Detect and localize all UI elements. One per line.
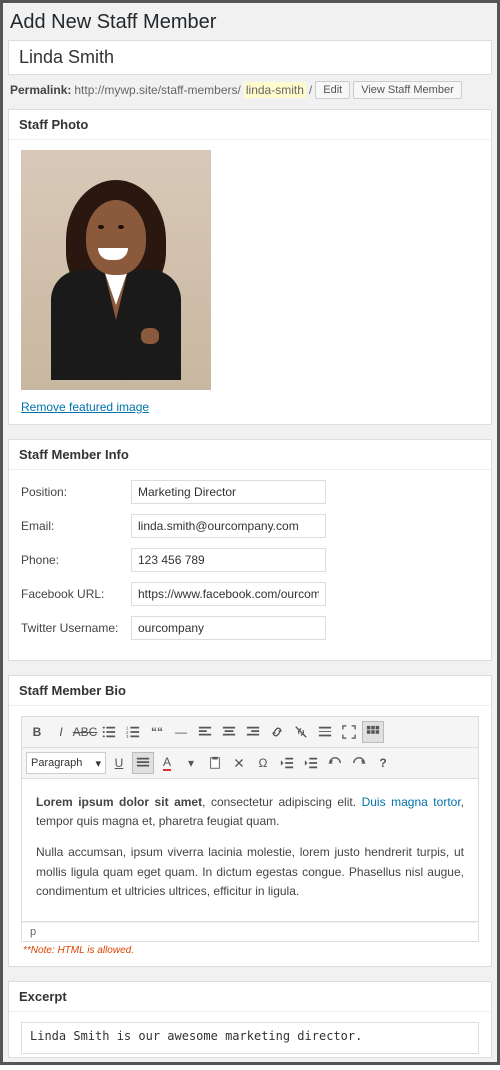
phone-label: Phone: — [21, 553, 131, 567]
text-color-icon[interactable]: A — [156, 752, 178, 774]
facebook-label: Facebook URL: — [21, 587, 131, 601]
format-dropdown[interactable]: Paragraph▾ — [26, 752, 106, 774]
underline-icon[interactable]: U — [108, 752, 130, 774]
insert-more-icon[interactable] — [314, 721, 336, 743]
redo-icon[interactable] — [348, 752, 370, 774]
view-staff-button[interactable]: View Staff Member — [353, 81, 462, 99]
bold-icon[interactable]: B — [26, 721, 48, 743]
phone-input[interactable] — [131, 548, 326, 572]
featured-image[interactable] — [21, 150, 211, 390]
clear-format-icon[interactable] — [228, 752, 250, 774]
bullet-list-icon[interactable] — [98, 721, 120, 743]
staff-photo-heading: Staff Photo — [9, 110, 491, 140]
permalink-row: Permalink: http://mywp.site/staff-member… — [8, 79, 492, 109]
email-input[interactable] — [131, 514, 326, 538]
unlink-icon[interactable] — [290, 721, 312, 743]
staff-bio-heading: Staff Member Bio — [9, 676, 491, 706]
post-title-input[interactable]: Linda Smith — [8, 40, 492, 75]
staff-photo-panel: Staff Photo Remove featured image — [8, 109, 492, 425]
bio-p1-strong: Lorem ipsum dolor sit amet — [36, 795, 202, 809]
edit-permalink-button[interactable]: Edit — [315, 81, 350, 99]
link-icon[interactable] — [266, 721, 288, 743]
page-title: Add New Staff Member — [8, 7, 492, 40]
permalink-base: http://mywp.site/staff-members/ — [74, 83, 241, 97]
remove-featured-image-link[interactable]: Remove featured image — [21, 400, 149, 414]
excerpt-textarea[interactable]: Linda Smith is our awesome marketing dir… — [21, 1022, 479, 1054]
paste-text-icon[interactable] — [204, 752, 226, 774]
staff-info-panel: Staff Member Info Position: Email: Phone… — [8, 439, 492, 661]
staff-info-heading: Staff Member Info — [9, 440, 491, 470]
excerpt-heading: Excerpt — [9, 982, 491, 1012]
bio-note: **Note: HTML is allowed. — [21, 942, 479, 956]
position-label: Position: — [21, 485, 131, 499]
editor-toolbar-row1: B I ABC 123 ““ — — [21, 716, 479, 748]
facebook-input[interactable] — [131, 582, 326, 606]
chevron-down-icon: ▾ — [95, 757, 101, 770]
align-justify-icon[interactable] — [132, 752, 154, 774]
italic-icon[interactable]: I — [50, 721, 72, 743]
blockquote-icon[interactable]: ““ — [146, 721, 168, 743]
strikethrough-icon[interactable]: ABC — [74, 721, 96, 743]
staff-bio-panel: Staff Member Bio B I ABC 123 ““ — Par — [8, 675, 492, 967]
editor-toolbar-row2: Paragraph▾ U A ▾ Ω ? — [21, 748, 479, 779]
help-icon[interactable]: ? — [372, 752, 394, 774]
permalink-slug: linda-smith — [244, 82, 306, 98]
permalink-label: Permalink: — [10, 83, 71, 97]
align-center-icon[interactable] — [218, 721, 240, 743]
align-left-icon[interactable] — [194, 721, 216, 743]
svg-text:3: 3 — [126, 734, 129, 739]
bio-editor[interactable]: Lorem ipsum dolor sit amet, consectetur … — [21, 779, 479, 922]
email-label: Email: — [21, 519, 131, 533]
fullscreen-icon[interactable] — [338, 721, 360, 743]
outdent-icon[interactable] — [276, 752, 298, 774]
undo-icon[interactable] — [324, 752, 346, 774]
bio-p2: Nulla accumsan, ipsum viverra lacinia mo… — [36, 843, 464, 901]
color-dropdown-icon[interactable]: ▾ — [180, 752, 202, 774]
numbered-list-icon[interactable]: 123 — [122, 721, 144, 743]
indent-icon[interactable] — [300, 752, 322, 774]
special-char-icon[interactable]: Ω — [252, 752, 274, 774]
permalink-trail: / — [309, 83, 312, 97]
editor-path: p — [21, 922, 479, 942]
bio-link[interactable]: Duis magna tortor — [362, 795, 461, 809]
hr-icon[interactable]: — — [170, 721, 192, 743]
align-right-icon[interactable] — [242, 721, 264, 743]
position-input[interactable] — [131, 480, 326, 504]
excerpt-panel: Excerpt Linda Smith is our awesome marke… — [8, 981, 492, 1058]
toolbar-toggle-icon[interactable] — [362, 721, 384, 743]
twitter-input[interactable] — [131, 616, 326, 640]
twitter-label: Twitter Username: — [21, 621, 131, 635]
